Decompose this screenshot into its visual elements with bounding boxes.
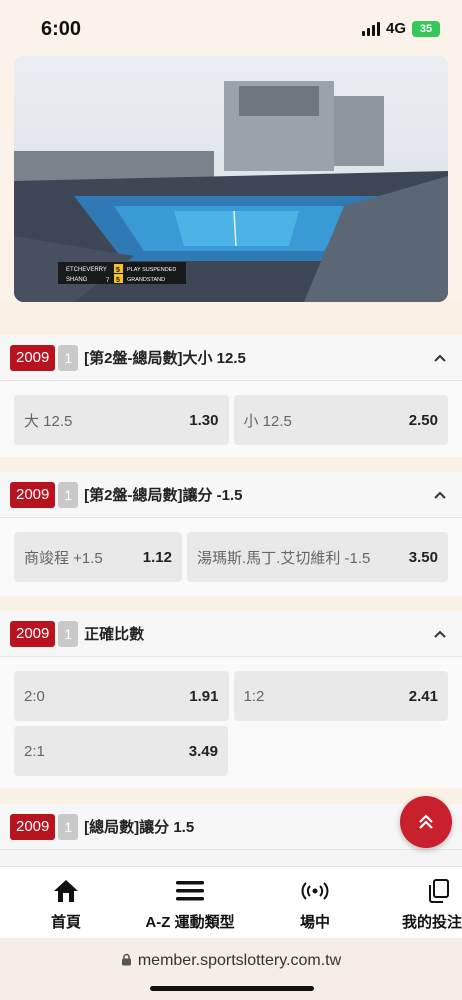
video-status: PLAY SUSPENDED [127, 267, 176, 273]
market-title: 正確比數 [84, 626, 145, 643]
nav-live[interactable]: 場中 [293, 877, 337, 932]
event-num-badge: 1 [58, 620, 79, 647]
market-section-2: 2009 1 [第2盤-總局數]讓分 -1.5 商竣程 +1.5 1.12 湯瑪… [0, 472, 462, 599]
event-num-badge: 1 [58, 344, 79, 371]
status-icons: 4G 35 [361, 20, 440, 37]
odds-label: 商竣程 +1.5 [24, 549, 103, 567]
signal-icon [361, 21, 380, 36]
odds-value: 2.41 [408, 687, 438, 705]
lock-icon [121, 953, 131, 966]
video-court: GRANDSTAND [127, 277, 165, 283]
nav-my-bets[interactable]: 我的投注 [402, 877, 462, 932]
bottom-nav: 首頁 A-Z 運動類型 場中 我的投注 [0, 866, 462, 938]
url-text: member.sportslottery.com.tw [137, 952, 342, 969]
odds-label: 湯瑪斯.馬丁.艾切維利 -1.5 [197, 549, 371, 567]
nav-az-sports[interactable]: A-Z 運動類型 [140, 877, 240, 932]
nav-live-label: 場中 [299, 914, 330, 931]
double-chevron-up-icon [419, 814, 433, 829]
home-icon [54, 880, 78, 902]
video-score-p2: 5 [116, 277, 120, 284]
nav-az-label: A-Z 運動類型 [145, 914, 235, 931]
odds-button[interactable]: 商竣程 +1.5 1.12 [14, 532, 182, 582]
odds-value: 3.49 [188, 742, 218, 760]
chevron-up-icon[interactable] [432, 350, 448, 366]
status-time: 6:00 [41, 18, 82, 40]
market-header[interactable]: 2009 1 [第2盤-總局數]大小 12.5 [0, 335, 462, 381]
odds-value: 3.50 [408, 548, 438, 566]
spacer [0, 302, 462, 338]
event-code-badge: 2009 [10, 620, 56, 647]
odds-value: 1.91 [189, 687, 219, 705]
chevron-up-icon[interactable] [432, 487, 448, 503]
chevron-up-icon[interactable] [432, 626, 448, 642]
nav-home[interactable]: 首頁 [44, 877, 88, 932]
odds-value: 2.50 [408, 411, 438, 429]
scroll-to-top-button[interactable] [400, 796, 452, 848]
live-video-player[interactable]: ETCHEVERRY SHANG 5 5 7 PLAY SUSPENDED GR… [14, 56, 448, 302]
home-indicator [150, 986, 314, 991]
market-title: [第2盤-總局數]讓分 -1.5 [84, 487, 243, 504]
odds-value: 1.30 [189, 411, 219, 429]
event-code-badge: 2009 [10, 813, 56, 840]
market-section-3: 2009 1 正確比數 2:0 1.91 1:2 2.41 2:1 3.49 [0, 611, 462, 793]
event-code-badge: 2009 [10, 344, 56, 371]
market-header[interactable]: 2009 1 [第2盤-總局數]讓分 -1.5 [0, 472, 462, 518]
network-label: 4G [385, 20, 406, 37]
menu-icon [176, 881, 204, 901]
odds-button[interactable]: 1:2 2.41 [233, 671, 448, 721]
odds-button[interactable]: 2:0 1.91 [14, 671, 229, 721]
event-num-badge: 1 [58, 481, 79, 508]
url-text-row: member.sportslottery.com.tw [0, 952, 462, 970]
market-title: [總局數]讓分 1.5 [84, 819, 195, 836]
market-header[interactable]: 2009 1 正確比數 [0, 611, 462, 657]
market-header[interactable]: 2009 1 [總局數]讓分 1.5 [0, 804, 462, 850]
video-player2: SHANG [66, 277, 88, 283]
market-section-4: 2009 1 [總局數]讓分 1.5 [0, 804, 462, 866]
event-code-badge: 2009 [10, 481, 56, 508]
nav-home-label: 首頁 [50, 914, 81, 931]
market-title: [第2盤-總局數]大小 12.5 [84, 350, 246, 367]
odds-value: 1.12 [142, 548, 172, 566]
odds-label: 2:1 [24, 742, 45, 760]
event-num-badge: 1 [58, 813, 79, 840]
odds-button[interactable]: 2:1 3.49 [14, 726, 228, 776]
market-section-1: 2009 1 [第2盤-總局數]大小 12.5 大 12.5 1.30 小 12… [0, 335, 462, 462]
odds-button[interactable]: 大 12.5 1.30 [14, 395, 229, 445]
odds-button[interactable]: 湯瑪斯.馬丁.艾切維利 -1.5 3.50 [187, 532, 448, 582]
odds-label: 大 12.5 [24, 412, 73, 430]
copy-bets-icon [429, 879, 449, 903]
odds-label: 1:2 [243, 687, 265, 705]
browser-url-bar[interactable]: member.sportslottery.com.tw [0, 938, 462, 1000]
live-broadcast-icon [301, 882, 329, 900]
odds-label: 小 12.5 [243, 412, 292, 430]
battery-icon: 35 [412, 20, 440, 37]
odds-button[interactable]: 小 12.5 2.50 [233, 395, 448, 445]
odds-label: 2:0 [24, 687, 45, 705]
video-player1: ETCHEVERRY [66, 267, 107, 273]
video-score-p1: 5 [116, 267, 120, 274]
status-bar: 6:00 4G 35 [0, 0, 462, 52]
nav-my-bets-label: 我的投注 [402, 914, 462, 931]
